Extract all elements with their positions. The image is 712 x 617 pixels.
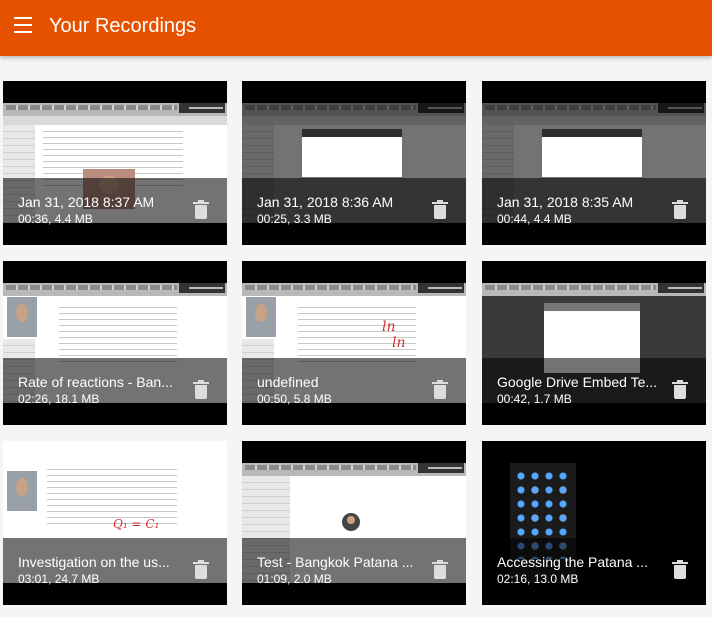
recording-duration-size: 02:16, 13.0 MB bbox=[497, 572, 579, 586]
recording-card[interactable]: Google Drive Embed Te... 00:42, 1.7 MB bbox=[482, 261, 706, 425]
recording-card[interactable]: ln ln undefined 00:50, 5.8 MB bbox=[242, 261, 466, 425]
recording-title: Google Drive Embed Te... bbox=[497, 374, 658, 390]
trash-icon[interactable] bbox=[672, 560, 688, 580]
trash-icon[interactable] bbox=[193, 200, 209, 220]
recording-title: Jan 31, 2018 8:35 AM bbox=[497, 194, 634, 210]
recording-duration-size: 00:44, 4.4 MB bbox=[497, 212, 572, 226]
app-bar: Your Recordings bbox=[0, 0, 712, 56]
recording-duration-size: 03:01, 24.7 MB bbox=[18, 572, 100, 586]
trash-icon[interactable] bbox=[432, 380, 448, 400]
recording-duration-size: 02:26, 18.1 MB bbox=[18, 392, 100, 406]
recording-duration-size: 00:25, 3.3 MB bbox=[257, 212, 332, 226]
recording-duration-size: 00:36, 4.4 MB bbox=[18, 212, 93, 226]
trash-icon[interactable] bbox=[193, 560, 209, 580]
trash-icon[interactable] bbox=[432, 560, 448, 580]
recording-card[interactable]: Jan 31, 2018 8:35 AM 00:44, 4.4 MB bbox=[482, 81, 706, 245]
recording-title: Rate of reactions - Ban... bbox=[18, 374, 173, 390]
trash-icon[interactable] bbox=[672, 380, 688, 400]
recording-duration-size: 00:50, 5.8 MB bbox=[257, 392, 332, 406]
trash-icon[interactable] bbox=[672, 200, 688, 220]
menu-icon[interactable] bbox=[14, 17, 34, 35]
page-title: Your Recordings bbox=[49, 15, 197, 37]
recording-card[interactable]: Accessing the Patana ... 02:16, 13.0 MB bbox=[482, 441, 706, 605]
trash-icon[interactable] bbox=[193, 380, 209, 400]
recording-card[interactable]: Test - Bangkok Patana ... 01:09, 2.0 MB bbox=[242, 441, 466, 605]
recording-card[interactable]: Rate of reactions - Ban... 02:26, 18.1 M… bbox=[3, 261, 227, 425]
recording-card[interactable]: Jan 31, 2018 8:36 AM 00:25, 3.3 MB bbox=[242, 81, 466, 245]
recording-title: Jan 31, 2018 8:36 AM bbox=[257, 194, 394, 210]
recording-title: Accessing the Patana ... bbox=[497, 554, 648, 570]
recording-card[interactable]: Jan 31, 2018 8:37 AM 00:36, 4.4 MB bbox=[3, 81, 227, 245]
recording-card[interactable]: Q₁ = C₁ Investigation on the us... 03:01… bbox=[3, 441, 227, 605]
recording-duration-size: 00:42, 1.7 MB bbox=[497, 392, 572, 406]
recording-title: Test - Bangkok Patana ... bbox=[257, 554, 414, 570]
recording-title: undefined bbox=[257, 374, 319, 390]
recording-title: Investigation on the us... bbox=[18, 554, 170, 570]
recording-title: Jan 31, 2018 8:37 AM bbox=[18, 194, 155, 210]
recording-duration-size: 01:09, 2.0 MB bbox=[257, 572, 332, 586]
trash-icon[interactable] bbox=[432, 200, 448, 220]
